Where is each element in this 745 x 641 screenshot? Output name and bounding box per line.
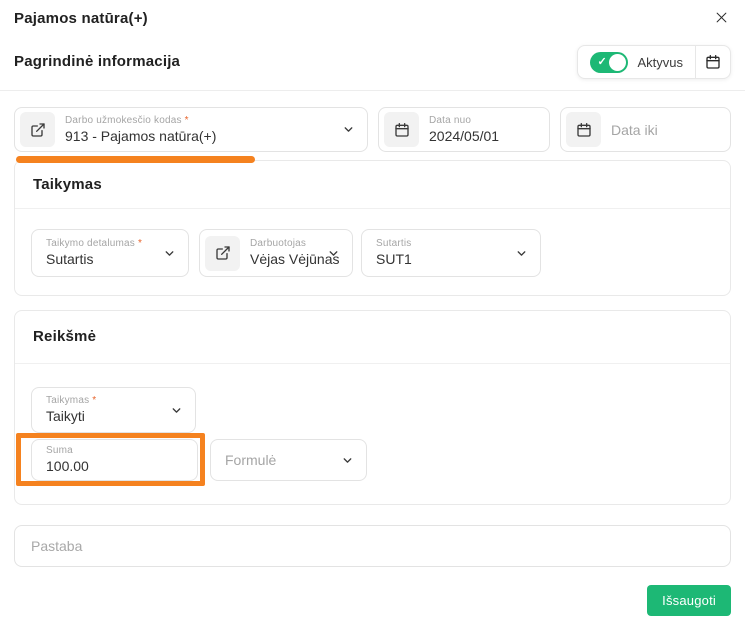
- field-value: 100.00: [46, 457, 89, 475]
- field-value: Sutartis: [46, 250, 142, 268]
- header-divider: [0, 90, 745, 91]
- field-value: SUT1: [376, 250, 412, 268]
- modal-title: Pajamos natūra(+): [14, 10, 148, 27]
- field-value: Vėjas Vėjūnas: [250, 250, 317, 268]
- field-label: Sutartis: [376, 237, 412, 250]
- toggle-label: Aktyvus: [637, 55, 683, 70]
- chevron-down-icon: [341, 454, 354, 467]
- amount-field[interactable]: Suma 100.00: [31, 439, 198, 481]
- date-to-field[interactable]: Data iki: [560, 107, 731, 152]
- employee-select[interactable]: Darbuotojas Vėjas Vėjūnas: [199, 229, 353, 277]
- history-calendar-button[interactable]: [696, 46, 730, 78]
- field-label: Suma: [46, 444, 89, 457]
- field-value: 913 - Pajamos natūra(+): [65, 127, 216, 145]
- save-button[interactable]: Išsaugoti: [647, 585, 731, 616]
- note-input[interactable]: [31, 538, 714, 554]
- active-toggle[interactable]: ✓ Aktyvus: [578, 46, 695, 78]
- external-link-icon: [205, 236, 240, 271]
- field-label: Taikymo detalumas *: [46, 237, 142, 250]
- field-label: Data nuo: [429, 114, 499, 127]
- chevron-down-icon: [163, 247, 176, 260]
- note-field: [14, 525, 731, 567]
- toggle-pill: ✓: [590, 52, 628, 73]
- page-title: Pagrindinė informacija: [14, 53, 180, 70]
- formula-select[interactable]: Formulė: [210, 439, 367, 481]
- calendar-icon: [566, 112, 601, 147]
- field-label: Taikymas *: [46, 394, 96, 407]
- external-link-icon: [20, 112, 55, 147]
- field-value: Taikyti: [46, 407, 96, 425]
- field-label: Darbo užmokesčio kodas *: [65, 114, 216, 127]
- divider: [15, 208, 730, 209]
- date-from-field[interactable]: Data nuo 2024/05/01: [378, 107, 550, 152]
- field-value: 2024/05/01: [429, 127, 499, 145]
- modal-pajamos-natura: Pajamos natūra(+) Pagrindinė informacija…: [0, 0, 745, 641]
- section-title-reiksme: Reikšmė: [33, 328, 96, 345]
- detail-level-select[interactable]: Taikymo detalumas * Sutartis: [31, 229, 189, 277]
- close-icon[interactable]: [711, 7, 731, 27]
- chevron-down-icon: [170, 404, 183, 417]
- field-label: Darbuotojas: [250, 237, 317, 250]
- chevron-down-icon: [515, 247, 528, 260]
- annotation-underline: [16, 156, 255, 163]
- chevron-down-icon: [327, 247, 340, 260]
- active-toggle-group: ✓ Aktyvus: [577, 45, 731, 79]
- field-placeholder: Formulė: [225, 452, 276, 468]
- apply-select[interactable]: Taikymas * Taikyti: [31, 387, 196, 433]
- divider: [15, 363, 730, 364]
- section-title-taikymas: Taikymas: [33, 176, 102, 193]
- contract-select[interactable]: Sutartis SUT1: [361, 229, 541, 277]
- wage-code-select[interactable]: Darbo užmokesčio kodas * 913 - Pajamos n…: [14, 107, 368, 152]
- chevron-down-icon: [342, 123, 355, 136]
- calendar-icon: [705, 54, 721, 70]
- calendar-icon: [384, 112, 419, 147]
- taikymas-section: Taikymas Taikymo detalumas * Sutartis Da…: [14, 160, 731, 296]
- reiksme-section: Reikšmė Taikymas * Taikyti Suma 100.00 F…: [14, 310, 731, 505]
- check-icon: ✓: [597, 55, 606, 70]
- field-placeholder: Data iki: [611, 122, 658, 138]
- toggle-knob: [609, 54, 626, 71]
